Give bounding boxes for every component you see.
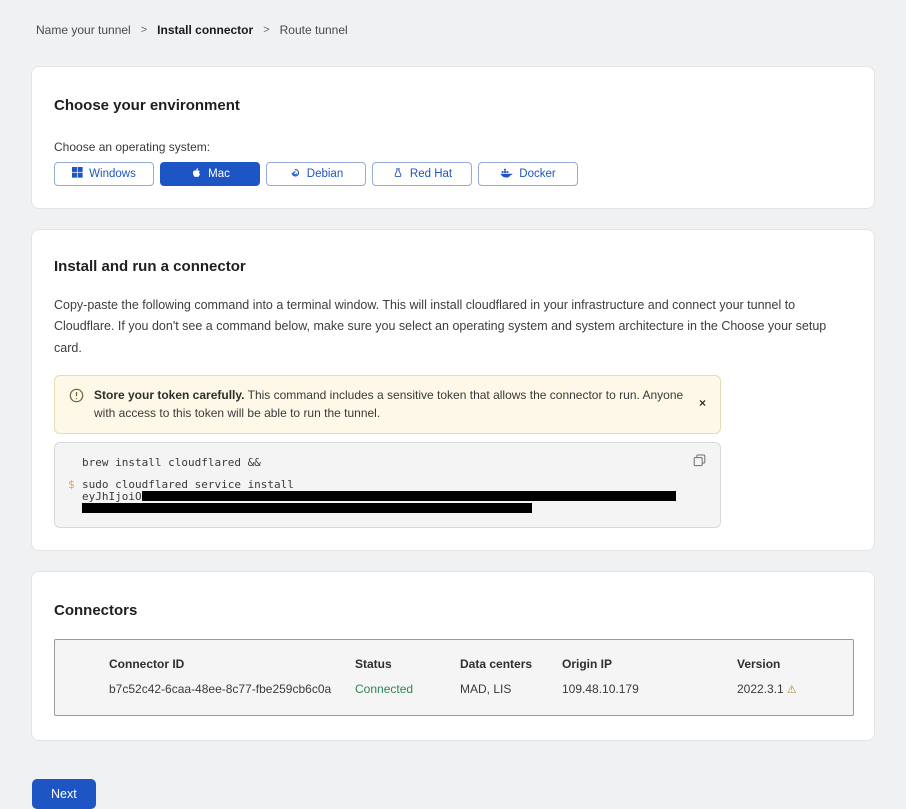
debian-logo-icon	[289, 167, 301, 182]
breadcrumb-install-connector[interactable]: Install connector	[157, 23, 253, 37]
os-button-redhat[interactable]: Red Hat	[372, 162, 472, 186]
os-button-group: Windows Mac Debian Red Hat Docker	[54, 162, 852, 186]
redacted-token-bar	[82, 503, 532, 513]
code-line-brew: brew install cloudflared &&	[68, 456, 704, 469]
breadcrumb-name-your-tunnel[interactable]: Name your tunnel	[36, 23, 131, 37]
token-warning-banner: Store your token carefully. This command…	[54, 375, 721, 434]
alert-circle-icon	[69, 388, 84, 423]
code-line-token: eyJhIjoiO	[68, 491, 704, 503]
redacted-token-bar	[142, 491, 676, 501]
version-warning-icon: ⚠	[787, 684, 797, 696]
col-header-version: Version	[737, 657, 853, 671]
os-button-label: Mac	[208, 168, 230, 180]
os-button-mac[interactable]: Mac	[160, 162, 260, 186]
apple-logo-icon	[190, 167, 202, 182]
breadcrumb-separator: >	[141, 24, 147, 36]
code-line-token-2	[68, 503, 704, 512]
os-select-label: Choose an operating system:	[54, 140, 852, 154]
token-warning-title: Store your token carefully.	[94, 388, 245, 402]
environment-card-title: Choose your environment	[54, 97, 852, 114]
col-header-status: Status	[355, 657, 460, 671]
cell-connector-id: b7c52c42-6caa-48ee-8c77-fbe259cb6c0a	[109, 682, 355, 696]
os-button-debian[interactable]: Debian	[266, 162, 366, 186]
next-button[interactable]: Next	[32, 779, 96, 809]
breadcrumb-route-tunnel[interactable]: Route tunnel	[280, 23, 348, 37]
col-header-data-centers: Data centers	[460, 657, 562, 671]
code-text: brew install cloudflared &&	[82, 456, 261, 469]
environment-card: Choose your environment Choose an operat…	[31, 66, 875, 209]
token-text: eyJhIjoiO	[82, 491, 676, 503]
connectors-table: Connector ID Status Data centers Origin …	[54, 639, 854, 716]
os-button-docker[interactable]: Docker	[478, 162, 578, 186]
shell-prompt: $	[68, 478, 82, 491]
prompt-spacer	[68, 491, 82, 503]
breadcrumb: Name your tunnel > Install connector > R…	[0, 0, 906, 36]
col-header-connector-id: Connector ID	[109, 657, 355, 671]
col-header-origin-ip: Origin IP	[562, 657, 737, 671]
code-line-sudo: $ sudo cloudflared service install	[68, 478, 704, 491]
cell-origin-ip: 109.48.10.179	[562, 682, 737, 696]
windows-logo-icon	[72, 167, 83, 181]
cell-data-centers: MAD, LIS	[460, 682, 562, 696]
install-description: Copy-paste the following command into a …	[54, 295, 852, 359]
banner-close-icon[interactable]: ×	[697, 395, 708, 411]
prompt-spacer	[68, 503, 82, 512]
connectors-card-title: Connectors	[54, 602, 852, 619]
cell-version: 2022.3.1⚠	[737, 682, 853, 696]
breadcrumb-separator: >	[263, 24, 269, 36]
os-button-label: Windows	[89, 168, 136, 180]
docker-logo-icon	[500, 167, 513, 182]
copy-command-icon[interactable]	[693, 454, 706, 470]
os-button-label: Docker	[519, 168, 555, 180]
os-button-label: Red Hat	[410, 168, 452, 180]
connectors-card: Connectors Connector ID Status Data cent…	[31, 571, 875, 741]
prompt-spacer	[68, 456, 82, 469]
install-card-title: Install and run a connector	[54, 258, 852, 275]
install-command-codeblock: brew install cloudflared && $ sudo cloud…	[54, 442, 721, 528]
redhat-logo-icon	[392, 167, 404, 182]
install-connector-card: Install and run a connector Copy-paste t…	[31, 229, 875, 551]
os-button-label: Debian	[307, 168, 343, 180]
os-button-windows[interactable]: Windows	[54, 162, 154, 186]
cell-status: Connected	[355, 682, 460, 696]
token-warning-text: Store your token carefully. This command…	[94, 386, 686, 423]
